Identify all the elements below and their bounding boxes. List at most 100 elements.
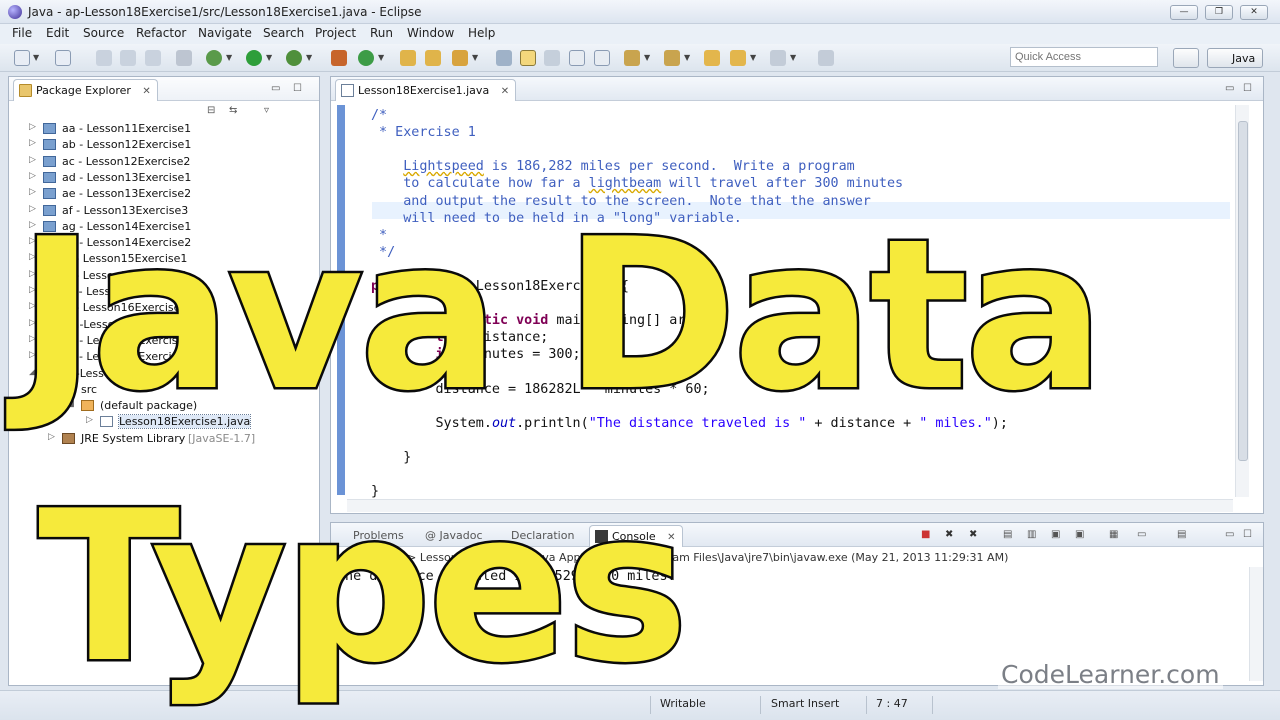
- new-java-icon[interactable]: [55, 50, 71, 66]
- new-class-icon[interactable]: [358, 50, 374, 66]
- menu-navigate[interactable]: Navigate: [198, 26, 252, 40]
- skip-breakpoints-icon[interactable]: [176, 50, 192, 66]
- project-icon: [43, 123, 56, 134]
- code-token: /*: [371, 108, 388, 123]
- search-icon[interactable]: [496, 50, 512, 66]
- eclipse-icon: [8, 5, 22, 19]
- menu-refactor[interactable]: Refactor: [136, 26, 186, 40]
- collapse-all-icon[interactable]: ⊟: [207, 105, 215, 116]
- forward-icon[interactable]: [770, 50, 786, 66]
- project-icon: [43, 139, 56, 151]
- previous-annotation-icon[interactable]: [664, 50, 680, 66]
- minimize-view-icon[interactable]: ▭: [271, 83, 280, 94]
- scroll-thumb[interactable]: [1238, 121, 1248, 461]
- collapsed-arrow-icon[interactable]: ▷: [29, 171, 36, 181]
- status-cursor-position: 7 : 47: [876, 697, 908, 710]
- maximize-view-icon[interactable]: ☐: [1243, 83, 1252, 94]
- tree-item[interactable]: ▷ aa - Lesson11Exercise1: [9, 121, 309, 137]
- mark-occurrences-icon[interactable]: [520, 50, 536, 66]
- open-type-icon[interactable]: [400, 50, 416, 66]
- new-package-icon[interactable]: [331, 50, 347, 66]
- maximize-button[interactable]: ❐: [1205, 5, 1233, 20]
- open-folder-icon[interactable]: [425, 50, 441, 66]
- tree-item[interactable]: ▷ ad - Lesson13Exercise1: [9, 170, 309, 186]
- tree-item[interactable]: ▷ ac - Lesson12Exercise2: [9, 154, 309, 170]
- last-edit-icon[interactable]: [704, 50, 720, 66]
- tree-item[interactable]: ▷ ab - Lesson12Exercise1: [9, 137, 309, 153]
- chevron-down-icon[interactable]: ▼: [266, 53, 272, 62]
- next-annotation-icon[interactable]: [624, 50, 640, 66]
- code-token: Lightspeed: [403, 159, 484, 175]
- back-icon[interactable]: [730, 50, 746, 66]
- overlay-title-line2: Types: [36, 467, 692, 709]
- minimize-button[interactable]: —: [1170, 5, 1198, 20]
- close-icon[interactable]: ✕: [142, 86, 150, 97]
- chevron-down-icon[interactable]: ▼: [226, 53, 232, 62]
- collapsed-arrow-icon[interactable]: ▷: [29, 122, 36, 132]
- console-scrollbar[interactable]: [1249, 567, 1263, 681]
- code-token: }: [371, 450, 412, 465]
- remove-all-icon[interactable]: ✖: [969, 529, 977, 540]
- display-console-icon[interactable]: ▭: [1137, 529, 1146, 540]
- paragraph-icon[interactable]: [594, 50, 610, 66]
- code-line: Lightspeed is 186,282 miles per second. …: [371, 158, 1231, 175]
- chevron-down-icon[interactable]: ▼: [306, 53, 312, 62]
- show-whitespace-icon[interactable]: [569, 50, 585, 66]
- project-icon: [43, 171, 56, 183]
- quick-access-input[interactable]: [1010, 47, 1158, 67]
- new-icon[interactable]: [14, 50, 30, 66]
- show-when-stderr-icon[interactable]: ▣: [1075, 529, 1084, 540]
- chevron-down-icon[interactable]: ▼: [684, 53, 690, 62]
- link-editor-icon[interactable]: ⇆: [229, 105, 237, 116]
- minimize-view-icon[interactable]: ▭: [1225, 529, 1234, 540]
- chevron-down-icon[interactable]: ▼: [750, 53, 756, 62]
- run-icon[interactable]: [246, 50, 262, 66]
- save-all-icon[interactable]: [120, 50, 136, 66]
- code-token: to calculate how far a: [371, 176, 589, 192]
- debug-icon[interactable]: [206, 50, 222, 66]
- menu-edit[interactable]: Edit: [46, 26, 69, 40]
- collapsed-arrow-icon[interactable]: ▷: [29, 155, 36, 165]
- pin-editor-icon[interactable]: [818, 50, 834, 66]
- watermark-text: CodeLearner.com: [998, 660, 1223, 689]
- chevron-down-icon[interactable]: ▼: [790, 53, 796, 62]
- chevron-down-icon[interactable]: ▼: [378, 53, 384, 62]
- open-console-icon[interactable]: ▤: [1177, 529, 1186, 540]
- block-selection-icon[interactable]: [544, 50, 560, 66]
- java-perspective-button[interactable]: Java: [1207, 48, 1263, 68]
- pencil-icon[interactable]: [452, 50, 468, 66]
- menu-file[interactable]: File: [12, 26, 32, 40]
- minimize-view-icon[interactable]: ▭: [1225, 83, 1234, 94]
- open-perspective-button[interactable]: [1173, 48, 1199, 68]
- pin-console-icon[interactable]: ▦: [1109, 529, 1118, 540]
- menu-source[interactable]: Source: [83, 26, 124, 40]
- vertical-scrollbar[interactable]: [1235, 105, 1249, 497]
- chevron-down-icon[interactable]: ▼: [644, 53, 650, 62]
- menu-run[interactable]: Run: [370, 26, 393, 40]
- chevron-down-icon[interactable]: ▼: [33, 53, 39, 62]
- chevron-down-icon[interactable]: ▼: [472, 53, 478, 62]
- save-icon[interactable]: [96, 50, 112, 66]
- code-token: lightbeam: [588, 176, 662, 192]
- remove-launch-icon[interactable]: ✖: [945, 529, 953, 540]
- tab-package-explorer[interactable]: Package Explorer ✕: [13, 79, 158, 101]
- maximize-view-icon[interactable]: ☐: [293, 83, 302, 94]
- tab-lesson18exercise1-java[interactable]: Lesson18Exercise1.java ✕: [335, 79, 517, 101]
- print-icon[interactable]: [145, 50, 161, 66]
- show-when-stdout-icon[interactable]: ▣: [1051, 529, 1060, 540]
- project-icon: [43, 155, 56, 167]
- close-button[interactable]: ✕: [1240, 5, 1268, 20]
- menu-project[interactable]: Project: [315, 26, 356, 40]
- clear-console-icon[interactable]: ▤: [1003, 529, 1012, 540]
- menu-search[interactable]: Search: [263, 26, 304, 40]
- collapsed-arrow-icon[interactable]: ▷: [29, 138, 36, 148]
- package-explorer-icon: [19, 84, 32, 97]
- maximize-view-icon[interactable]: ☐: [1243, 529, 1252, 540]
- menu-help[interactable]: Help: [468, 26, 495, 40]
- external-tools-icon[interactable]: [286, 50, 302, 66]
- view-menu-icon[interactable]: ▿: [264, 105, 269, 116]
- terminate-icon[interactable]: ■: [921, 529, 930, 540]
- menu-window[interactable]: Window: [407, 26, 454, 40]
- scroll-lock-icon[interactable]: ▥: [1027, 529, 1036, 540]
- close-icon[interactable]: ✕: [501, 86, 509, 97]
